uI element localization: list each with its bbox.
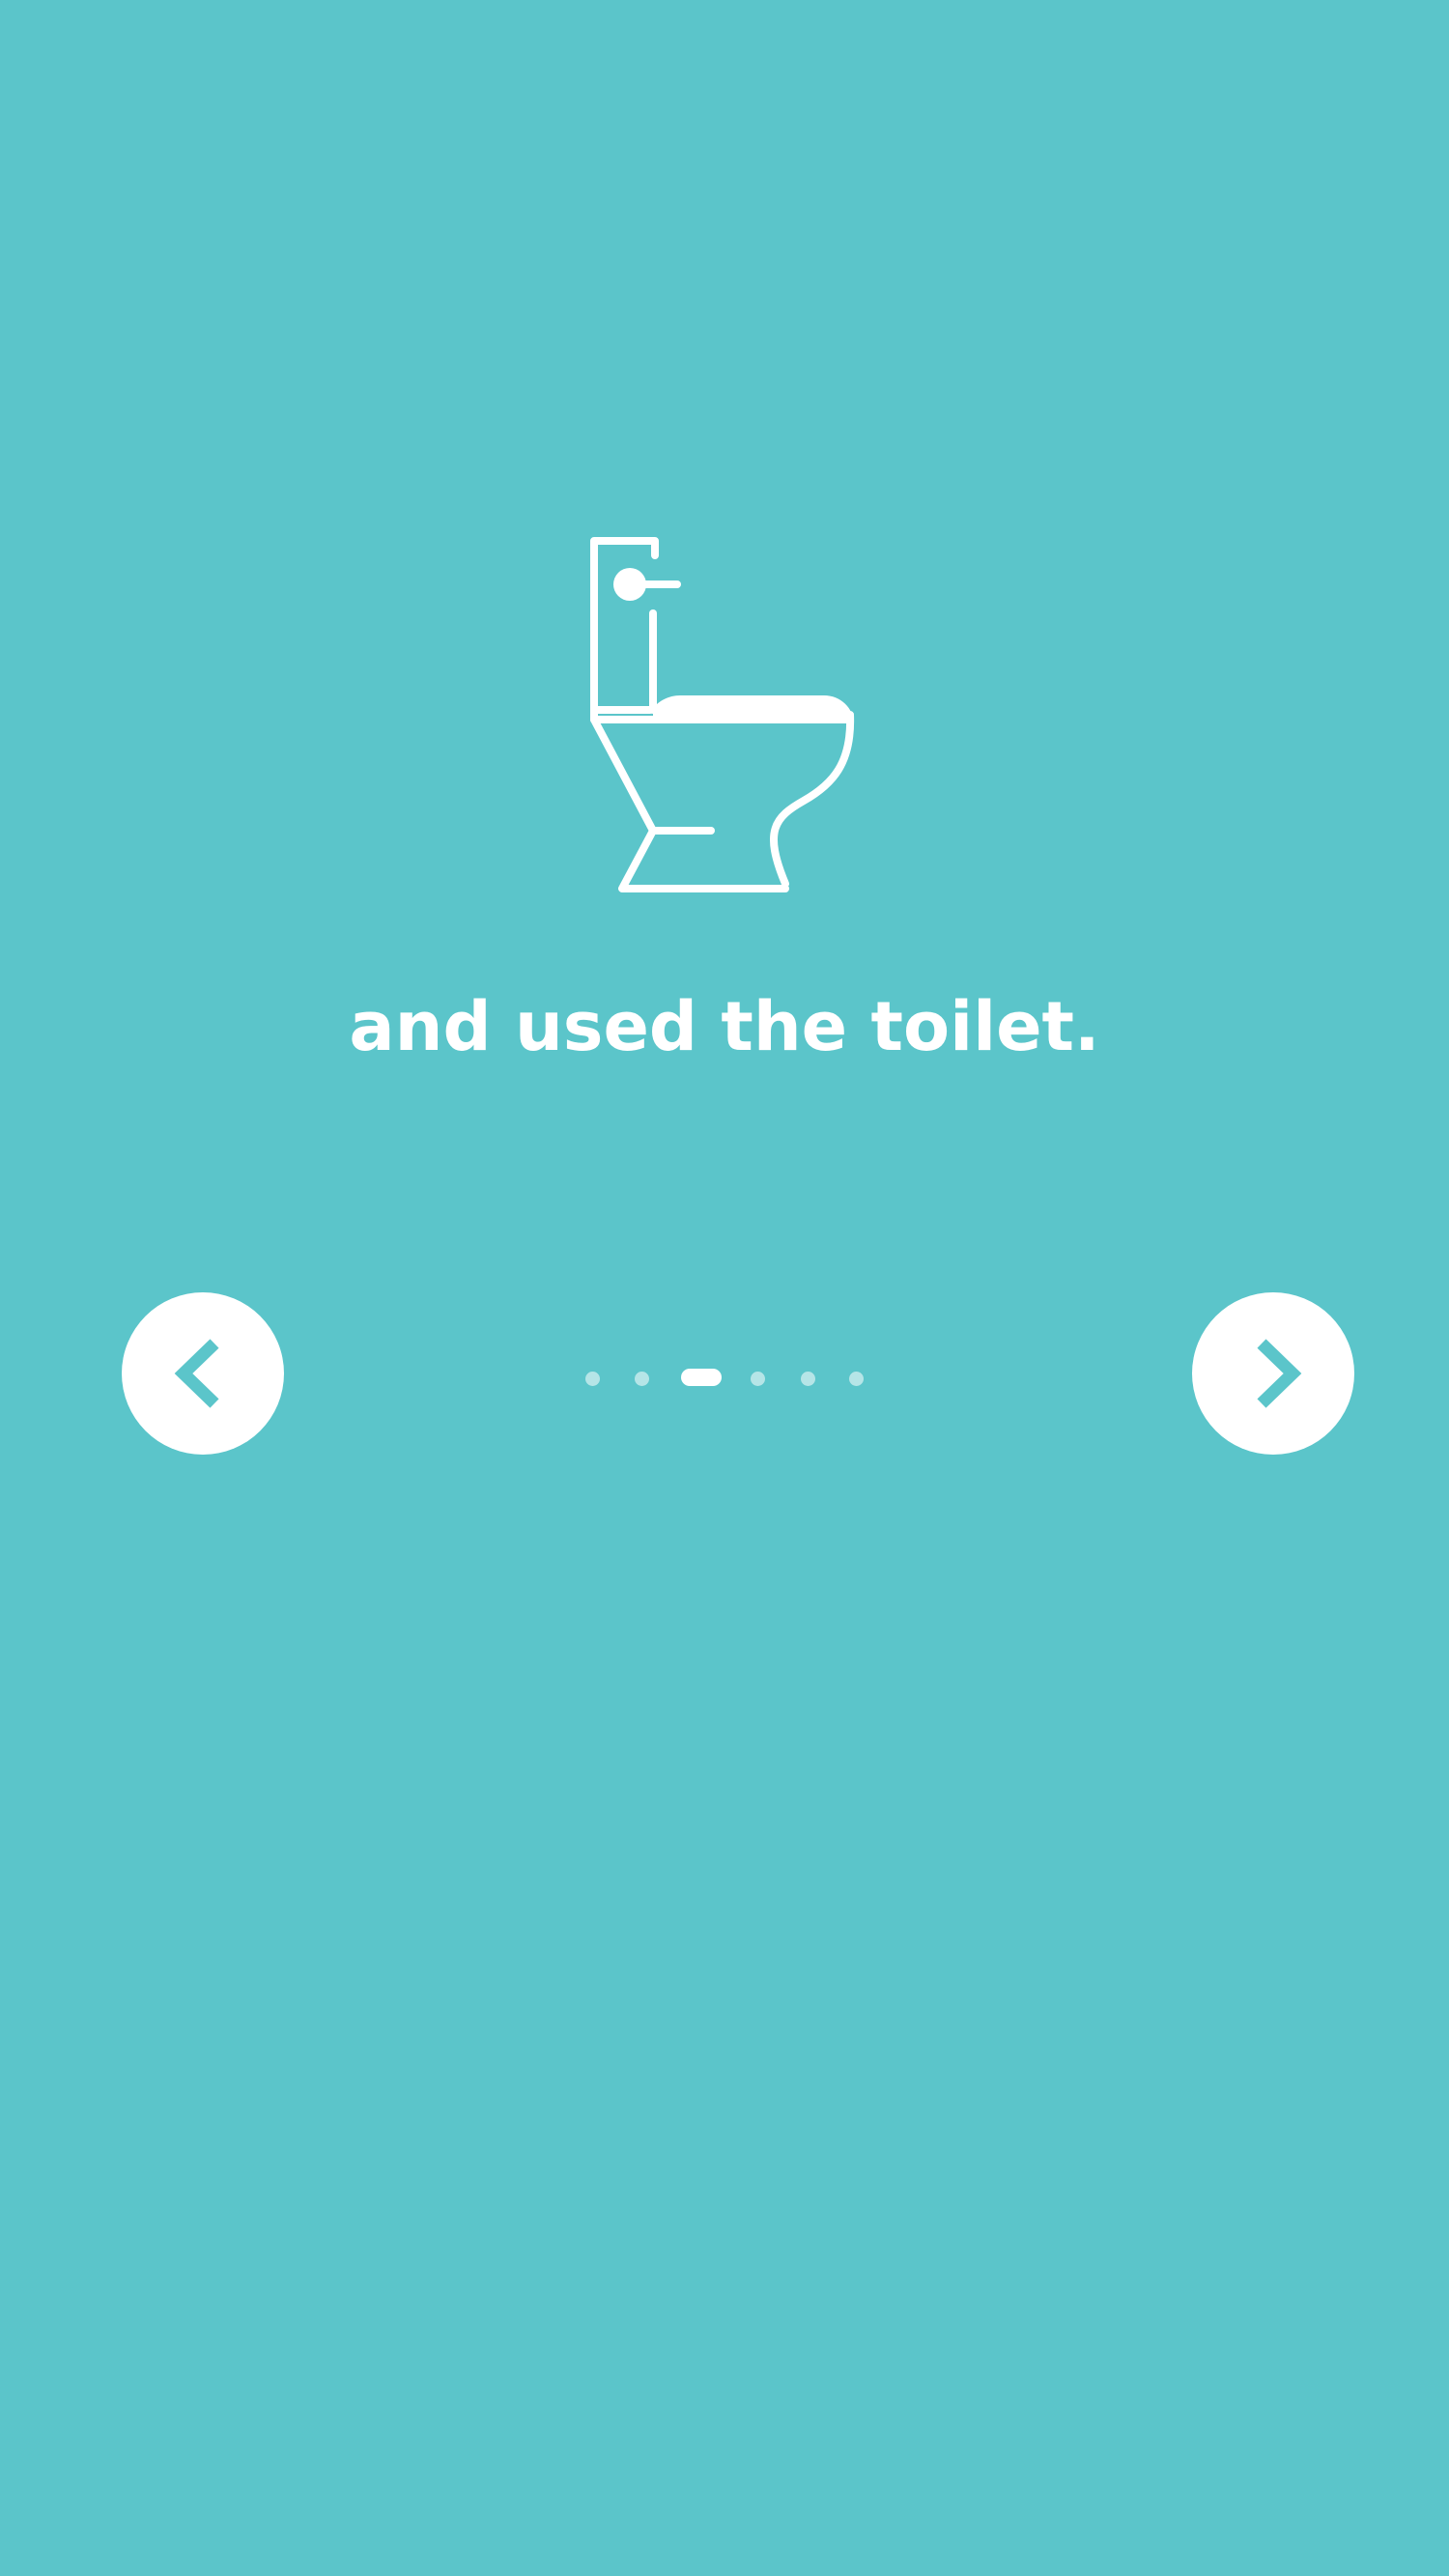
page-dot-2[interactable] [635,1372,649,1386]
page-dot-3-active[interactable] [681,1369,722,1386]
toilet-icon [590,537,855,892]
page-dot-5[interactable] [801,1372,815,1386]
chevron-right-icon [1257,1339,1302,1408]
story-caption: and used the toilet. [349,987,1100,1066]
page-dot-6[interactable] [849,1372,864,1386]
toilet-illustration [580,531,869,898]
page-dot-1[interactable] [585,1372,600,1386]
next-button[interactable] [1192,1292,1354,1455]
page-dot-4[interactable] [751,1372,765,1386]
story-screen: and used the toilet. [0,0,1449,2576]
